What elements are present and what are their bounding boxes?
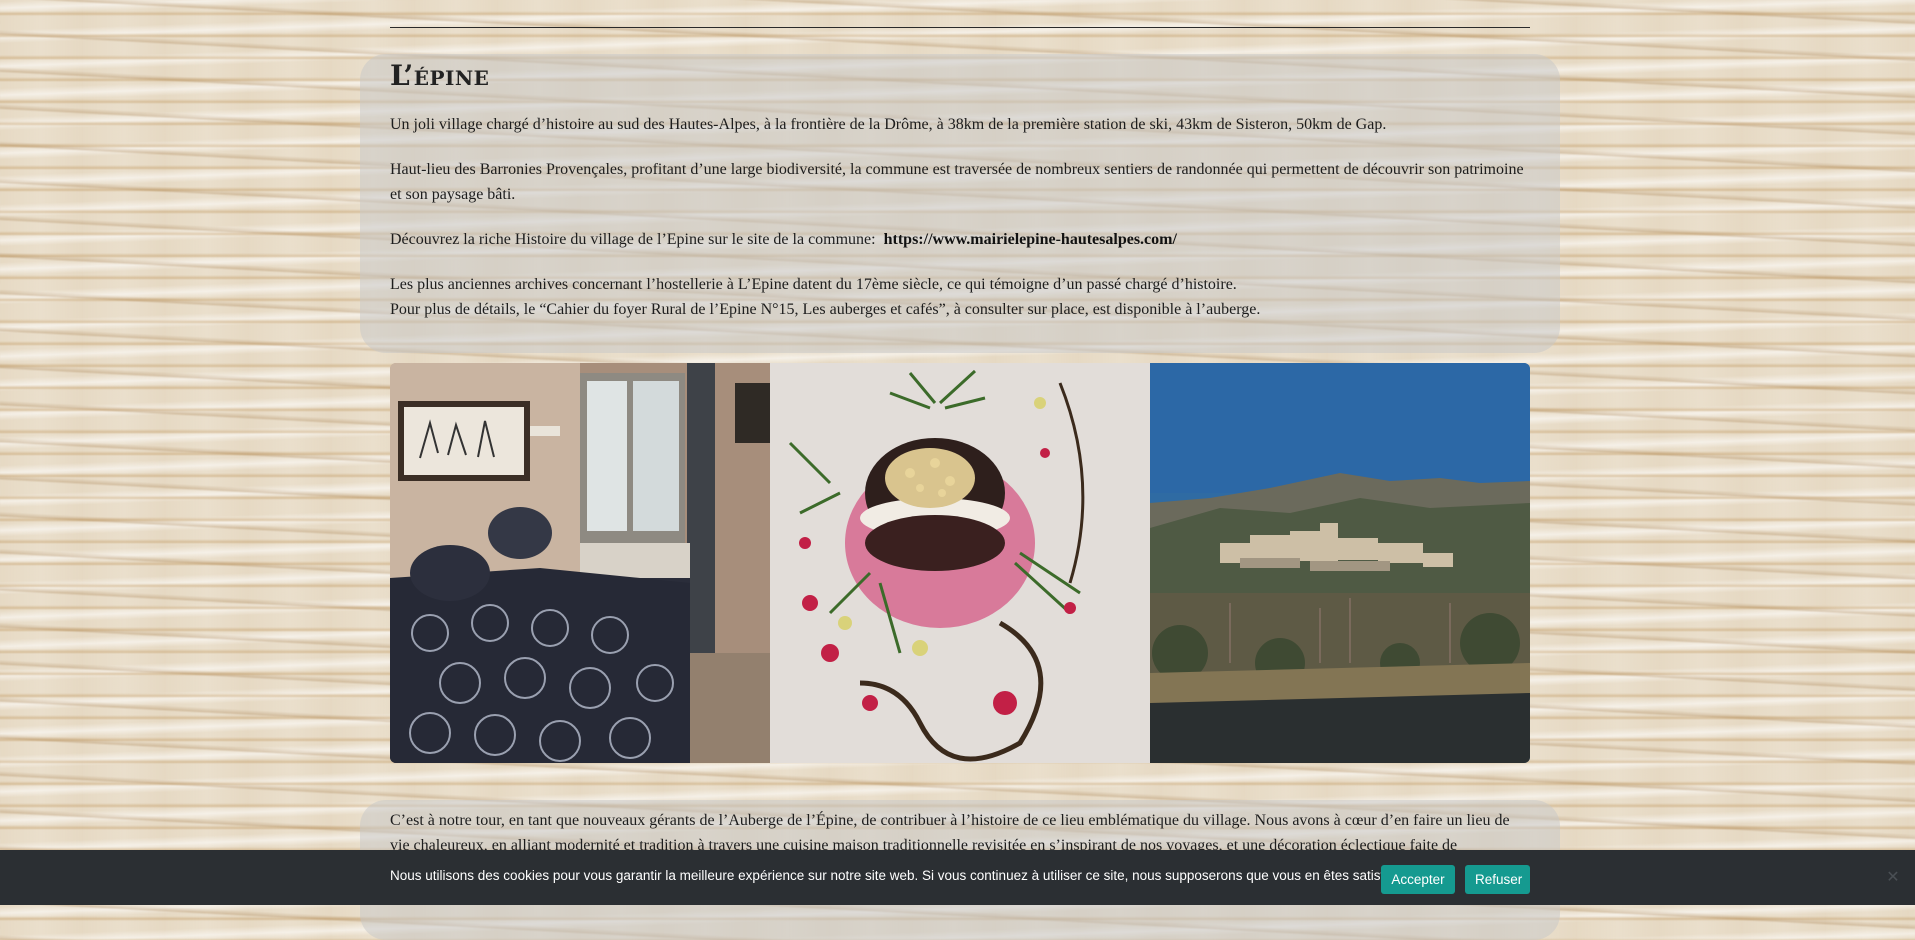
refuse-cookies-button[interactable]: Refuser <box>1465 865 1530 894</box>
bedroom-photo[interactable] <box>390 363 770 763</box>
commune-website-link[interactable]: https://www.mairielepine-hautesalpes.com… <box>884 231 1177 248</box>
cookie-banner: Nous utilisons des cookies pour vous gar… <box>0 850 1915 905</box>
section-title: L’épine <box>390 59 490 92</box>
archives-line-1: Les plus anciennes archives concernant l… <box>390 276 1237 293</box>
cookie-message: Nous utilisons des cookies pour vous gar… <box>390 868 1403 883</box>
intro-paragraph: Un joli village chargé d’histoire au sud… <box>390 116 1387 133</box>
top-divider <box>390 27 1530 28</box>
history-paragraph: Découvrez la riche Histoire du village d… <box>390 227 1530 252</box>
history-text: Découvrez la riche Histoire du village d… <box>390 231 880 248</box>
village-landscape-photo[interactable] <box>1150 363 1530 763</box>
accept-cookies-button[interactable]: Accepter <box>1381 865 1455 894</box>
close-icon[interactable]: ✕ <box>1885 869 1901 885</box>
village-intro-card: L’épine Un joli village chargé d’histoir… <box>360 54 1560 353</box>
barronies-paragraph: Haut-lieu des Barronies Provençales, pro… <box>390 161 1524 203</box>
archives-paragraph: Les plus anciennes archives concernant l… <box>390 272 1530 322</box>
photo-gallery <box>390 363 1530 763</box>
archives-line-2: Pour plus de détails, le “Cahier du foye… <box>390 301 1261 318</box>
dessert-plate-photo[interactable] <box>770 363 1150 763</box>
